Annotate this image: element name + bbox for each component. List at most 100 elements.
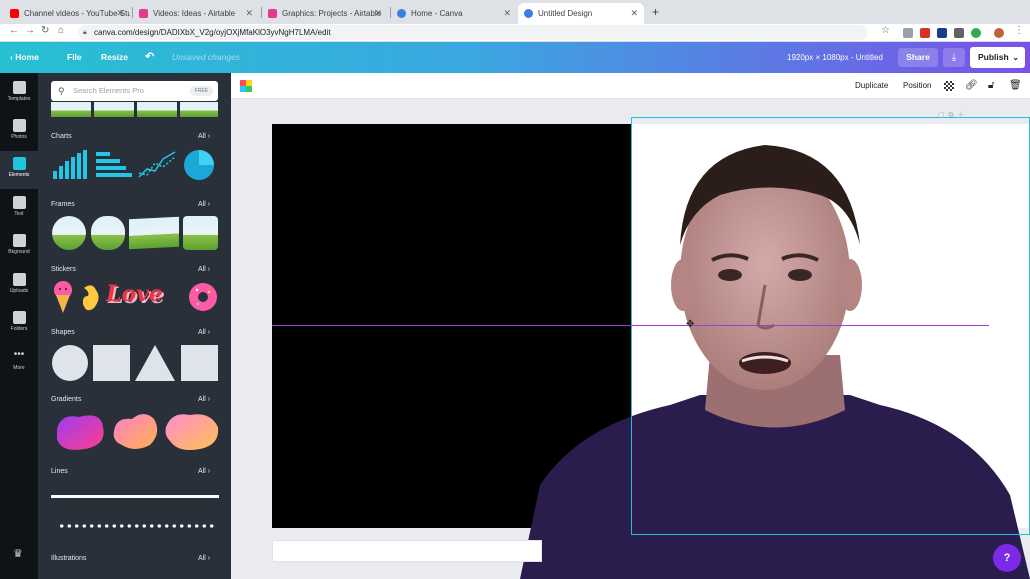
share-button[interactable]: Share bbox=[898, 48, 938, 67]
rectangle-shape[interactable] bbox=[181, 345, 218, 381]
move-cursor-icon: ✥ bbox=[686, 319, 695, 330]
download-icon[interactable]: ⤓ bbox=[943, 48, 965, 67]
publish-button[interactable]: Publish ⌄ bbox=[970, 47, 1025, 68]
circle-frame-element[interactable] bbox=[52, 216, 86, 250]
photo-thumbnail[interactable] bbox=[137, 102, 177, 117]
rail-item-templates[interactable]: Templates bbox=[0, 75, 38, 113]
browser-tab[interactable]: Graphics: Projects - Airtable ✕ bbox=[262, 3, 388, 24]
bar-chart-element[interactable] bbox=[51, 149, 91, 181]
square-shape[interactable] bbox=[93, 345, 130, 381]
gradient-blob-element[interactable] bbox=[110, 409, 162, 453]
rail-item-photos[interactable]: Photos bbox=[0, 113, 38, 151]
ice-cream-sticker[interactable] bbox=[51, 280, 75, 314]
more-menu-icon[interactable]: ⋮ bbox=[1014, 25, 1024, 36]
new-tab-button[interactable]: + bbox=[652, 5, 659, 19]
elements-panel: ⚲ Search Elements Pro FREE Charts All › … bbox=[38, 73, 231, 579]
extension-icon[interactable] bbox=[937, 28, 947, 38]
lines-see-all[interactable]: All › bbox=[198, 468, 210, 475]
browser-tab-active[interactable]: Untitled Design ✕ bbox=[518, 3, 644, 24]
banner-frame-element[interactable] bbox=[129, 216, 179, 250]
browser-tab[interactable]: Videos: Ideas - Airtable ✕ bbox=[133, 3, 259, 24]
gradients-see-all[interactable]: All › bbox=[198, 396, 210, 403]
reload-icon[interactable]: ↻ bbox=[41, 25, 49, 36]
home-label: Home bbox=[15, 52, 39, 62]
canva-header: ‹ Home File Resize ↶ Unsaved changes 192… bbox=[0, 42, 1030, 73]
design-dimensions: 1920px × 1080px - Untitled bbox=[787, 53, 883, 62]
duplicate-button[interactable]: Duplicate bbox=[855, 73, 888, 99]
extension-icon[interactable] bbox=[954, 28, 964, 38]
see-all-label: All bbox=[198, 133, 206, 140]
extension-icon[interactable] bbox=[971, 28, 981, 38]
browser-tab[interactable]: Home - Canva ✕ bbox=[391, 3, 517, 24]
close-icon[interactable]: ✕ bbox=[245, 8, 253, 19]
airtable-icon bbox=[139, 9, 148, 18]
free-badge-label: FREE bbox=[194, 88, 208, 94]
link-icon[interactable]: 🔗︎ bbox=[965, 73, 978, 99]
triangle-shape[interactable] bbox=[134, 345, 176, 381]
home-icon[interactable]: ⌂ bbox=[58, 25, 64, 36]
file-menu-button[interactable]: File bbox=[67, 42, 82, 73]
dotted-line-element[interactable] bbox=[58, 524, 214, 528]
transparency-icon[interactable] bbox=[944, 81, 954, 91]
close-icon[interactable]: ✕ bbox=[503, 8, 511, 19]
extension-icon[interactable] bbox=[903, 28, 913, 38]
trash-icon[interactable]: 🗑︎ bbox=[1009, 73, 1022, 99]
charts-see-all[interactable]: All › bbox=[198, 133, 210, 140]
crown-icon[interactable]: ♛ bbox=[13, 547, 23, 560]
url-field[interactable]: 🔒︎ canva.com/design/DADIXbX_V2g/oyjOXjMf… bbox=[78, 25, 868, 40]
rail-item-text[interactable]: Text bbox=[0, 190, 38, 228]
home-button[interactable]: ‹ Home bbox=[10, 42, 39, 73]
close-icon[interactable]: ✕ bbox=[374, 8, 382, 19]
photo-thumbnail[interactable] bbox=[180, 102, 218, 117]
photo-thumbnail[interactable] bbox=[94, 102, 134, 117]
page-controls[interactable]: ▢ ⧉ ＋ bbox=[938, 110, 964, 120]
gradient-blob-element[interactable] bbox=[51, 409, 107, 453]
rail-item-background[interactable]: Bkground bbox=[0, 228, 38, 266]
shapes-see-all[interactable]: All › bbox=[198, 329, 210, 336]
gradient-blob-element[interactable] bbox=[164, 409, 220, 453]
frames-see-all[interactable]: All › bbox=[198, 201, 210, 208]
search-elements-input[interactable]: ⚲ Search Elements Pro FREE bbox=[51, 81, 218, 101]
circle-shape[interactable] bbox=[52, 345, 88, 381]
stickers-see-all[interactable]: All › bbox=[198, 266, 210, 273]
love-sticker[interactable]: Love bbox=[106, 281, 182, 313]
scalloped-frame-element[interactable] bbox=[91, 216, 125, 250]
line-chart-element[interactable] bbox=[137, 149, 177, 181]
rail-item-uploads[interactable]: Uploads bbox=[0, 267, 38, 305]
hand-sticker[interactable] bbox=[80, 282, 102, 314]
rail-label: Templates bbox=[7, 96, 31, 102]
resize-button[interactable]: Resize bbox=[101, 42, 128, 73]
photo-thumbnail[interactable] bbox=[51, 102, 91, 117]
rounded-frame-element[interactable] bbox=[183, 216, 218, 250]
section-title-frames: Frames bbox=[51, 201, 75, 208]
help-button[interactable]: ? bbox=[993, 544, 1021, 572]
rail-item-elements[interactable]: Elements bbox=[0, 151, 38, 189]
illustrations-see-all[interactable]: All › bbox=[198, 555, 210, 562]
horizontal-bar-chart-element[interactable] bbox=[94, 149, 134, 181]
position-button[interactable]: Position bbox=[903, 73, 931, 99]
section-title-gradients: Gradients bbox=[51, 396, 82, 403]
back-arrow-icon[interactable]: ← bbox=[9, 25, 19, 36]
airtable-icon bbox=[268, 9, 277, 18]
pie-chart-element[interactable] bbox=[180, 149, 218, 181]
color-palette-icon[interactable] bbox=[240, 80, 252, 92]
canva-icon bbox=[397, 9, 406, 18]
youtube-icon bbox=[10, 9, 19, 18]
solid-line-element[interactable] bbox=[51, 495, 219, 498]
canva-icon bbox=[524, 9, 533, 18]
save-status: Unsaved changes bbox=[172, 52, 241, 62]
lock-icon[interactable]: 🔓︎ bbox=[988, 73, 994, 99]
extension-icon[interactable] bbox=[920, 28, 930, 38]
close-icon[interactable]: ✕ bbox=[116, 8, 124, 19]
forward-arrow-icon[interactable]: → bbox=[25, 25, 35, 36]
close-icon[interactable]: ✕ bbox=[630, 8, 638, 19]
background-icon bbox=[12, 234, 26, 247]
rail-item-folders[interactable]: Folders bbox=[0, 305, 38, 343]
browser-tab[interactable]: Channel videos - YouTube Stu ✕ bbox=[4, 3, 130, 24]
undo-icon[interactable]: ↶ bbox=[145, 42, 154, 73]
rail-item-more[interactable]: ••• More bbox=[0, 344, 38, 382]
add-page-area[interactable] bbox=[272, 540, 542, 562]
donut-sticker[interactable] bbox=[188, 280, 219, 314]
bookmark-star-icon[interactable]: ☆ bbox=[881, 25, 890, 36]
profile-avatar[interactable] bbox=[994, 28, 1004, 38]
